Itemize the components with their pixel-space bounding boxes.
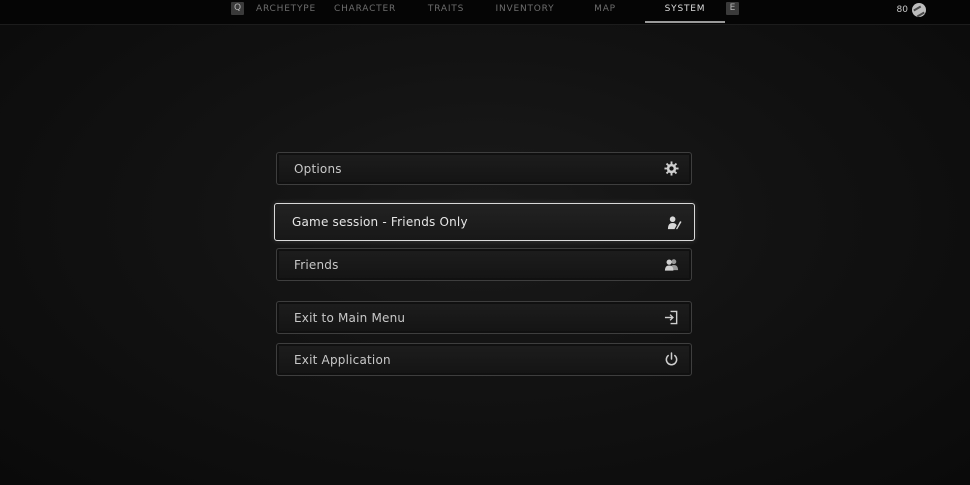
game-session-label: Game session - Friends Only [292,215,468,229]
tab-inventory[interactable]: INVENTORY [490,0,560,20]
background [0,0,970,485]
friends-icon [663,257,679,273]
session-user-icon [666,214,682,230]
next-tab-key-hint: E [726,2,739,15]
exit-application-button[interactable]: Exit Application [276,343,692,376]
power-icon [663,352,679,368]
tab-traits[interactable]: TRAITS [420,0,472,20]
currency-display: 80 [897,2,926,17]
options-label: Options [294,161,342,176]
exit-to-main-menu-label: Exit to Main Menu [294,310,406,325]
top-navigation-bar: Q ARCHETYPE CHARACTER TRAITS INVENTORY M… [0,0,970,25]
prev-tab-key-hint: Q [231,2,244,15]
tab-system[interactable]: SYSTEM [645,0,725,23]
friends-button[interactable]: Friends [276,248,692,281]
tab-character[interactable]: CHARACTER [330,0,400,20]
exit-application-label: Exit Application [294,352,391,367]
tab-map[interactable]: MAP [585,0,625,20]
tab-archetype[interactable]: ARCHETYPE [252,0,320,20]
exit-door-icon [663,310,679,326]
currency-value: 80 [896,4,908,15]
gear-icon [663,161,679,177]
exit-to-main-menu-button[interactable]: Exit to Main Menu [276,301,692,334]
friends-label: Friends [294,257,339,272]
currency-icon [912,2,926,17]
options-button[interactable]: Options [276,152,692,185]
game-session-button[interactable]: Game session - Friends Only [274,203,695,241]
